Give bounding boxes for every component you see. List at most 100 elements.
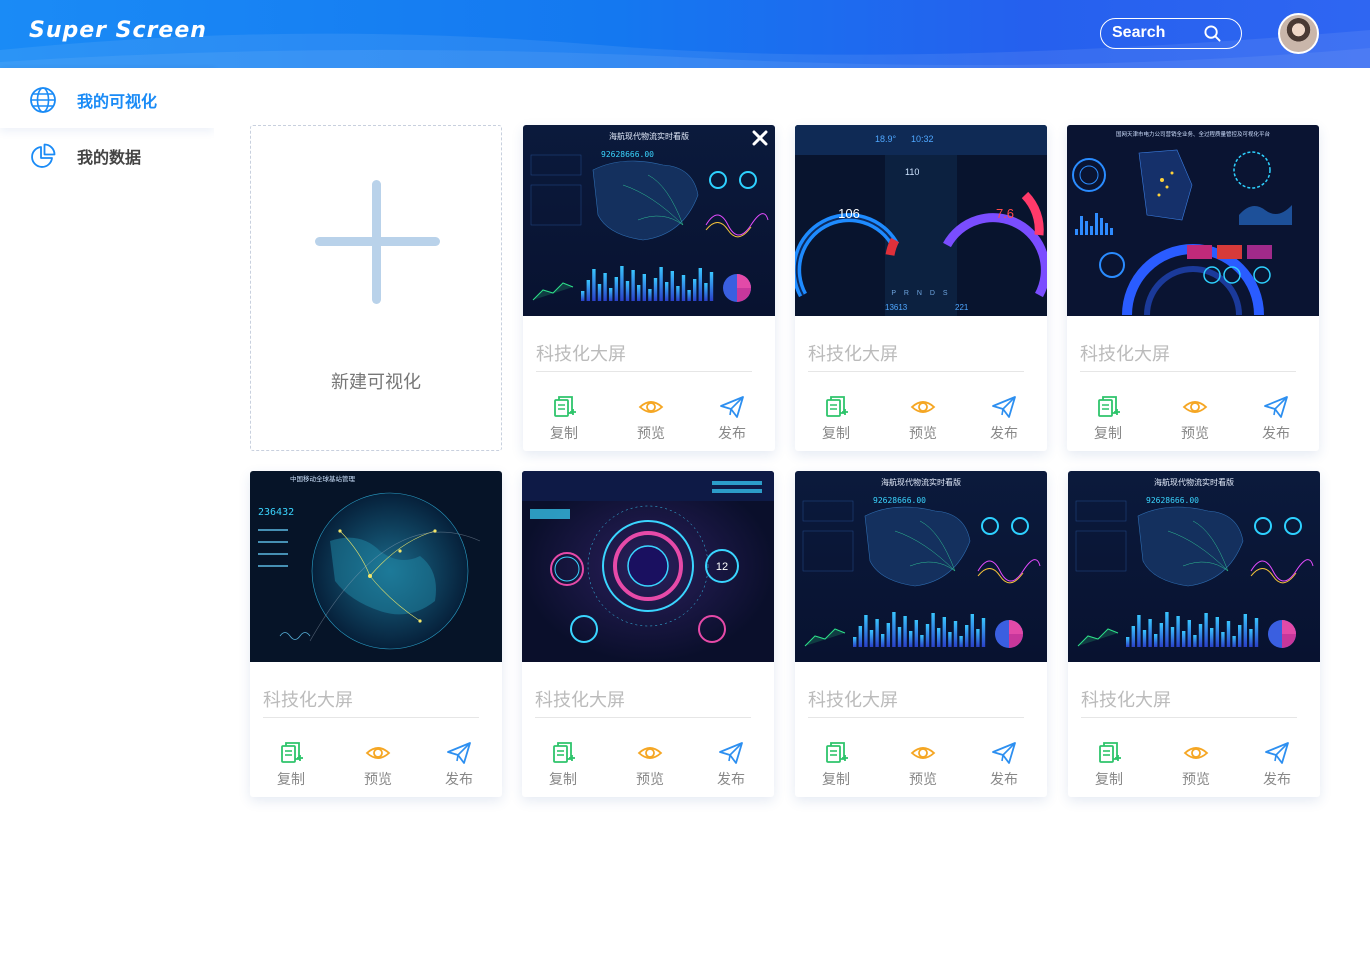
publish-button[interactable]: 发布 xyxy=(1247,741,1307,791)
thumb-value: 92628666.00 xyxy=(601,150,654,159)
globe-icon xyxy=(30,87,56,113)
card-title: 科技化大屏 xyxy=(536,344,626,365)
close-icon[interactable] xyxy=(751,129,769,147)
paper-plane-icon xyxy=(1264,396,1288,418)
action-label: 发布 xyxy=(1262,426,1290,442)
action-label: 复制 xyxy=(1094,426,1122,442)
action-label: 复制 xyxy=(550,426,578,442)
divider xyxy=(808,371,1024,372)
card-title: 科技化大屏 xyxy=(535,690,625,711)
card-thumbnail[interactable]: 海航现代物流实时看版 92628666.00 xyxy=(1068,471,1320,662)
visualization-card[interactable]: 海航现代物流实时看版 92628666.00 科技化大屏 复制 预览 发布 xyxy=(795,471,1047,797)
search-box[interactable]: Search xyxy=(1100,18,1242,49)
copy-icon xyxy=(826,396,848,417)
thumb-value: 92628666.00 xyxy=(873,496,926,505)
preview-button[interactable]: 预览 xyxy=(893,395,953,445)
visualization-card[interactable]: 18.9° 10:32 110 106 7.6 P R N D S 13613 … xyxy=(795,125,1047,451)
thumb-title: 海航现代物流实时看版 xyxy=(609,131,689,141)
card-thumbnail[interactable]: 12 xyxy=(522,471,774,662)
thumb-title: 国网天津市电力公司营销全业务、全过程质量管控及可视化平台 xyxy=(1116,130,1271,138)
eye-icon xyxy=(638,401,664,413)
thumb-value: 92628666.00 xyxy=(1146,496,1199,505)
action-label: 复制 xyxy=(549,772,577,788)
visualization-card[interactable]: 12 科技化大屏 复制 预览 发布 xyxy=(522,471,774,797)
action-label: 预览 xyxy=(636,772,664,788)
copy-icon xyxy=(1098,396,1120,417)
copy-button[interactable]: 复制 xyxy=(806,395,866,445)
preview-button[interactable]: 预览 xyxy=(348,741,408,791)
eye-icon xyxy=(910,747,936,759)
preview-button[interactable]: 预览 xyxy=(620,741,680,791)
search-icon[interactable] xyxy=(1204,25,1221,42)
visualization-card[interactable]: 中国移动全球基站管理 236432 科技化大屏 复制 预览 发布 xyxy=(250,471,502,797)
sidebar-item-my-data[interactable]: 我的数据 xyxy=(0,124,214,184)
svg-text:18.9°: 18.9° xyxy=(875,134,897,144)
action-label: 预览 xyxy=(909,426,937,442)
svg-text:221: 221 xyxy=(955,303,969,312)
search-label: Search xyxy=(1112,24,1166,41)
card-thumbnail[interactable]: 海航现代物流实时看版 92628666.00 xyxy=(795,471,1047,662)
publish-button[interactable]: 发布 xyxy=(974,395,1034,445)
card-thumbnail[interactable]: 海航现代物流实时看版 92628666.00 xyxy=(523,125,775,316)
svg-text:P R N D S: P R N D S xyxy=(891,290,950,297)
sidebar-item-my-visualizations[interactable]: 我的可视化 xyxy=(0,68,214,128)
sidebar-item-label: 我的可视化 xyxy=(77,92,158,111)
action-label: 复制 xyxy=(1095,772,1123,788)
preview-button[interactable]: 预览 xyxy=(1165,395,1225,445)
action-label: 预览 xyxy=(1181,426,1209,442)
card-title: 科技化大屏 xyxy=(808,690,898,711)
publish-button[interactable]: 发布 xyxy=(1246,395,1306,445)
divider xyxy=(1081,717,1297,718)
action-label: 复制 xyxy=(822,426,850,442)
action-label: 发布 xyxy=(717,772,745,788)
action-label: 预览 xyxy=(637,426,665,442)
divider xyxy=(535,717,751,718)
thumb-title: 海航现代物流实时看版 xyxy=(881,477,961,487)
copy-button[interactable]: 复制 xyxy=(533,741,593,791)
svg-text:106: 106 xyxy=(838,206,860,221)
new-visualization-card[interactable]: 新建可视化 xyxy=(250,125,502,451)
top-bar: Super Screen Search xyxy=(0,0,1370,68)
action-label: 复制 xyxy=(822,772,850,788)
eye-icon xyxy=(637,747,663,759)
preview-button[interactable]: 预览 xyxy=(1166,741,1226,791)
divider xyxy=(808,717,1024,718)
sidebar-item-label: 我的数据 xyxy=(77,148,142,167)
visualization-card[interactable]: 国网天津市电力公司营销全业务、全过程质量管控及可视化平台 科技化大屏 复制 预览… xyxy=(1067,125,1319,451)
user-avatar[interactable] xyxy=(1278,13,1319,54)
publish-button[interactable]: 发布 xyxy=(974,741,1034,791)
card-title: 科技化大屏 xyxy=(1080,344,1170,365)
copy-icon xyxy=(554,396,576,417)
action-label: 发布 xyxy=(445,772,473,788)
card-thumbnail[interactable]: 国网天津市电力公司营销全业务、全过程质量管控及可视化平台 xyxy=(1067,125,1319,316)
copy-button[interactable]: 复制 xyxy=(1079,741,1139,791)
card-thumbnail[interactable]: 18.9° 10:32 110 106 7.6 P R N D S 13613 … xyxy=(795,125,1047,316)
eye-icon xyxy=(365,747,391,759)
preview-button[interactable]: 预览 xyxy=(621,395,681,445)
visualization-card[interactable]: 海航现代物流实时看版 92628666.00 科技化大屏 复制 预览 发布 xyxy=(1068,471,1320,797)
publish-button[interactable]: 发布 xyxy=(429,741,489,791)
preview-button[interactable]: 预览 xyxy=(893,741,953,791)
app-logo[interactable]: Super Screen xyxy=(29,18,207,43)
divider xyxy=(263,717,479,718)
svg-text:13613: 13613 xyxy=(885,303,908,312)
sidebar: 我的可视化 我的数据 xyxy=(0,68,214,960)
paper-plane-icon xyxy=(719,742,743,764)
copy-button[interactable]: 复制 xyxy=(534,395,594,445)
visualization-card[interactable]: 海航现代物流实时看版 92628666.00 科技化大屏 复制 预览 发布 xyxy=(523,125,775,451)
eye-icon xyxy=(1182,401,1208,413)
paper-plane-icon xyxy=(992,742,1016,764)
thumb-value: 236432 xyxy=(258,507,294,518)
publish-button[interactable]: 发布 xyxy=(701,741,761,791)
copy-button[interactable]: 复制 xyxy=(806,741,866,791)
copy-button[interactable]: 复制 xyxy=(1078,395,1138,445)
eye-icon xyxy=(910,401,936,413)
card-thumbnail[interactable]: 中国移动全球基站管理 236432 xyxy=(250,471,502,662)
publish-button[interactable]: 发布 xyxy=(702,395,762,445)
copy-button[interactable]: 复制 xyxy=(261,741,321,791)
paper-plane-icon xyxy=(720,396,744,418)
action-label: 发布 xyxy=(990,772,1018,788)
action-label: 发布 xyxy=(1263,772,1291,788)
svg-text:110: 110 xyxy=(905,167,919,177)
copy-icon xyxy=(553,742,575,763)
